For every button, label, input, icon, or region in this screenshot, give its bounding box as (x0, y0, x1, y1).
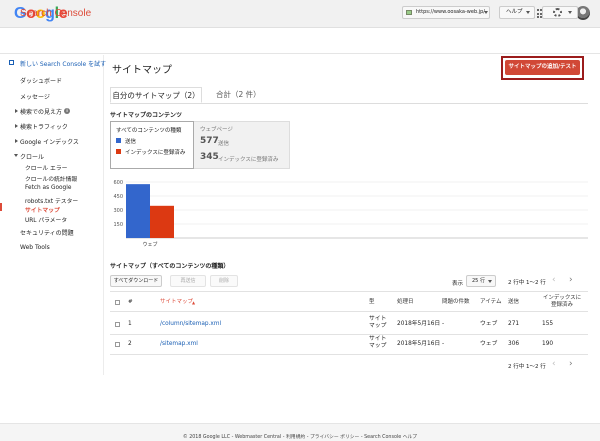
chevron-right-icon (15, 109, 18, 113)
col-header-num: # (128, 299, 133, 305)
sitemap-type: サイトマップ (369, 316, 387, 329)
col-header-type: 型 (369, 299, 375, 305)
sitemap-link[interactable]: /sitemap.xml (160, 341, 198, 348)
chevron-right-icon (15, 139, 18, 143)
processed-date: 2018年5月16日 (397, 341, 441, 347)
y-tick-label: 300 (113, 208, 123, 214)
page-title: サイトマップ (112, 65, 172, 76)
issues-count: - (442, 341, 445, 347)
item-type: ウェブ (480, 341, 498, 347)
processed-date: 2018年5月16日 (397, 321, 441, 327)
table-row-divider (110, 354, 588, 355)
chevron-down-icon (484, 11, 488, 14)
active-indicator (0, 203, 2, 211)
submitted-value: 306 (508, 341, 520, 347)
row-number: 1 (128, 321, 132, 327)
col-header-submitted: 送信 (508, 299, 520, 305)
chevron-down-icon (526, 11, 530, 14)
sidebar-item-search-appearance[interactable]: 検索での見え方 (20, 107, 124, 116)
indexed-label: インデックスに登録済み (218, 157, 279, 163)
table-divider (110, 291, 588, 292)
sidebar-item-crawl[interactable]: クロール (20, 152, 124, 161)
stats-heading: ウェブページ (200, 127, 233, 133)
tab-my-sitemaps[interactable]: 自分のサイトマップ（2） (110, 87, 202, 103)
chevron-down-icon (568, 11, 572, 14)
issues-count: - (442, 321, 445, 327)
col-header-processed: 処理日 (397, 299, 414, 305)
sitemap-link[interactable]: /column/sitemap.xml (160, 321, 221, 328)
submitted-label: 送信 (218, 141, 230, 147)
add-test-sitemap-button[interactable]: サイトマップの追加/テスト (505, 60, 580, 75)
sitemap-type: サイトマップ (369, 336, 387, 349)
next-page-button-bottom[interactable]: › (569, 359, 573, 369)
select-all-checkbox[interactable] (115, 300, 120, 305)
sidebar-item-search-traffic[interactable]: 検索トラフィック (20, 122, 124, 131)
indexed-value: 155 (542, 321, 554, 327)
chevron-right-icon (15, 124, 18, 128)
tab-divider (110, 103, 588, 104)
row-number: 2 (128, 341, 132, 347)
table-row-divider (110, 334, 588, 335)
legend-swatch-submitted (116, 138, 121, 143)
row-checkbox[interactable] (115, 342, 120, 347)
gear-icon (553, 8, 562, 17)
tab-all-sitemaps[interactable]: 合計（2 件） (216, 87, 261, 103)
row-checkbox[interactable] (115, 322, 120, 327)
pagination-text-bottom: 2 行中 1〜2 行 (508, 364, 546, 370)
prev-page-button[interactable]: ‹ (552, 275, 556, 285)
legend-label-indexed: インデックスに登録済み (125, 150, 186, 156)
submitted-count: 577 (200, 136, 219, 146)
search-console-brand[interactable]: Search Console (20, 8, 91, 19)
download-all-button[interactable]: すべてダウンロード (110, 275, 162, 287)
prev-page-button-bottom[interactable]: ‹ (552, 359, 556, 369)
legend-label-submitted: 送信 (125, 139, 137, 145)
table-title: サイトマップ（すべてのコンテンツの種類） (110, 263, 230, 270)
sort-asc-icon: ▲ (192, 300, 196, 305)
external-link-icon (9, 60, 14, 65)
submitted-value: 271 (508, 321, 520, 327)
x-tick-label: ウェブ (142, 241, 157, 248)
pagination-text: 2 行中 1〜2 行 (508, 280, 546, 286)
info-icon[interactable]: i (64, 108, 70, 114)
y-tick-label: 450 (113, 194, 123, 200)
bar-1[interactable] (150, 205, 174, 238)
show-label: 表示 (452, 281, 464, 287)
legend-heading: すべてのコンテンツの種類 (116, 128, 182, 134)
legend-swatch-indexed (116, 149, 121, 154)
indexed-value: 190 (542, 341, 554, 347)
bar-0[interactable] (126, 184, 150, 238)
footer-links[interactable]: © 2018 Google LLC - Webmaster Central - … (0, 433, 600, 440)
col-header-indexed: インデックスに登録済み (542, 295, 582, 308)
col-header-sitemap[interactable]: サイトマップ (160, 299, 193, 306)
resubmit-button[interactable]: 再送信 (170, 275, 206, 287)
y-tick-label: 150 (113, 222, 123, 228)
col-header-item: アイテム (480, 299, 502, 305)
item-type: ウェブ (480, 321, 498, 327)
sitemap-bar-chart: 150 300 450 600 ウェブ (113, 180, 588, 248)
next-page-button[interactable]: › (569, 275, 573, 285)
site-favicon-icon (406, 10, 412, 15)
property-selector[interactable]: https://www.oosaka-web.jp/ (402, 6, 490, 19)
col-header-issues: 問題の件数 (442, 299, 470, 305)
table-divider (110, 311, 588, 312)
sidebar-item-security-issues[interactable]: セキュリティの問題 (20, 228, 124, 237)
search-console-header (0, 28, 600, 54)
chevron-down-icon (14, 154, 18, 157)
avatar[interactable] (576, 6, 590, 20)
y-tick-label: 600 (113, 180, 123, 186)
sidebar-item-new-search-console[interactable]: 新しい Search Console を試す (20, 59, 124, 68)
sidebar-item-web-tools[interactable]: Web Tools (20, 244, 124, 251)
chevron-down-icon (488, 280, 492, 283)
sidebar-item-messages[interactable]: メッセージ (20, 92, 124, 101)
section-title: サイトマップのコンテンツ (110, 112, 183, 119)
sidebar-item-google-index[interactable]: Google インデックス (20, 137, 124, 146)
delete-button[interactable]: 削除 (210, 275, 238, 287)
sidebar-item-dashboard[interactable]: ダッシュボード (20, 76, 124, 85)
indexed-count: 345 (200, 152, 219, 162)
